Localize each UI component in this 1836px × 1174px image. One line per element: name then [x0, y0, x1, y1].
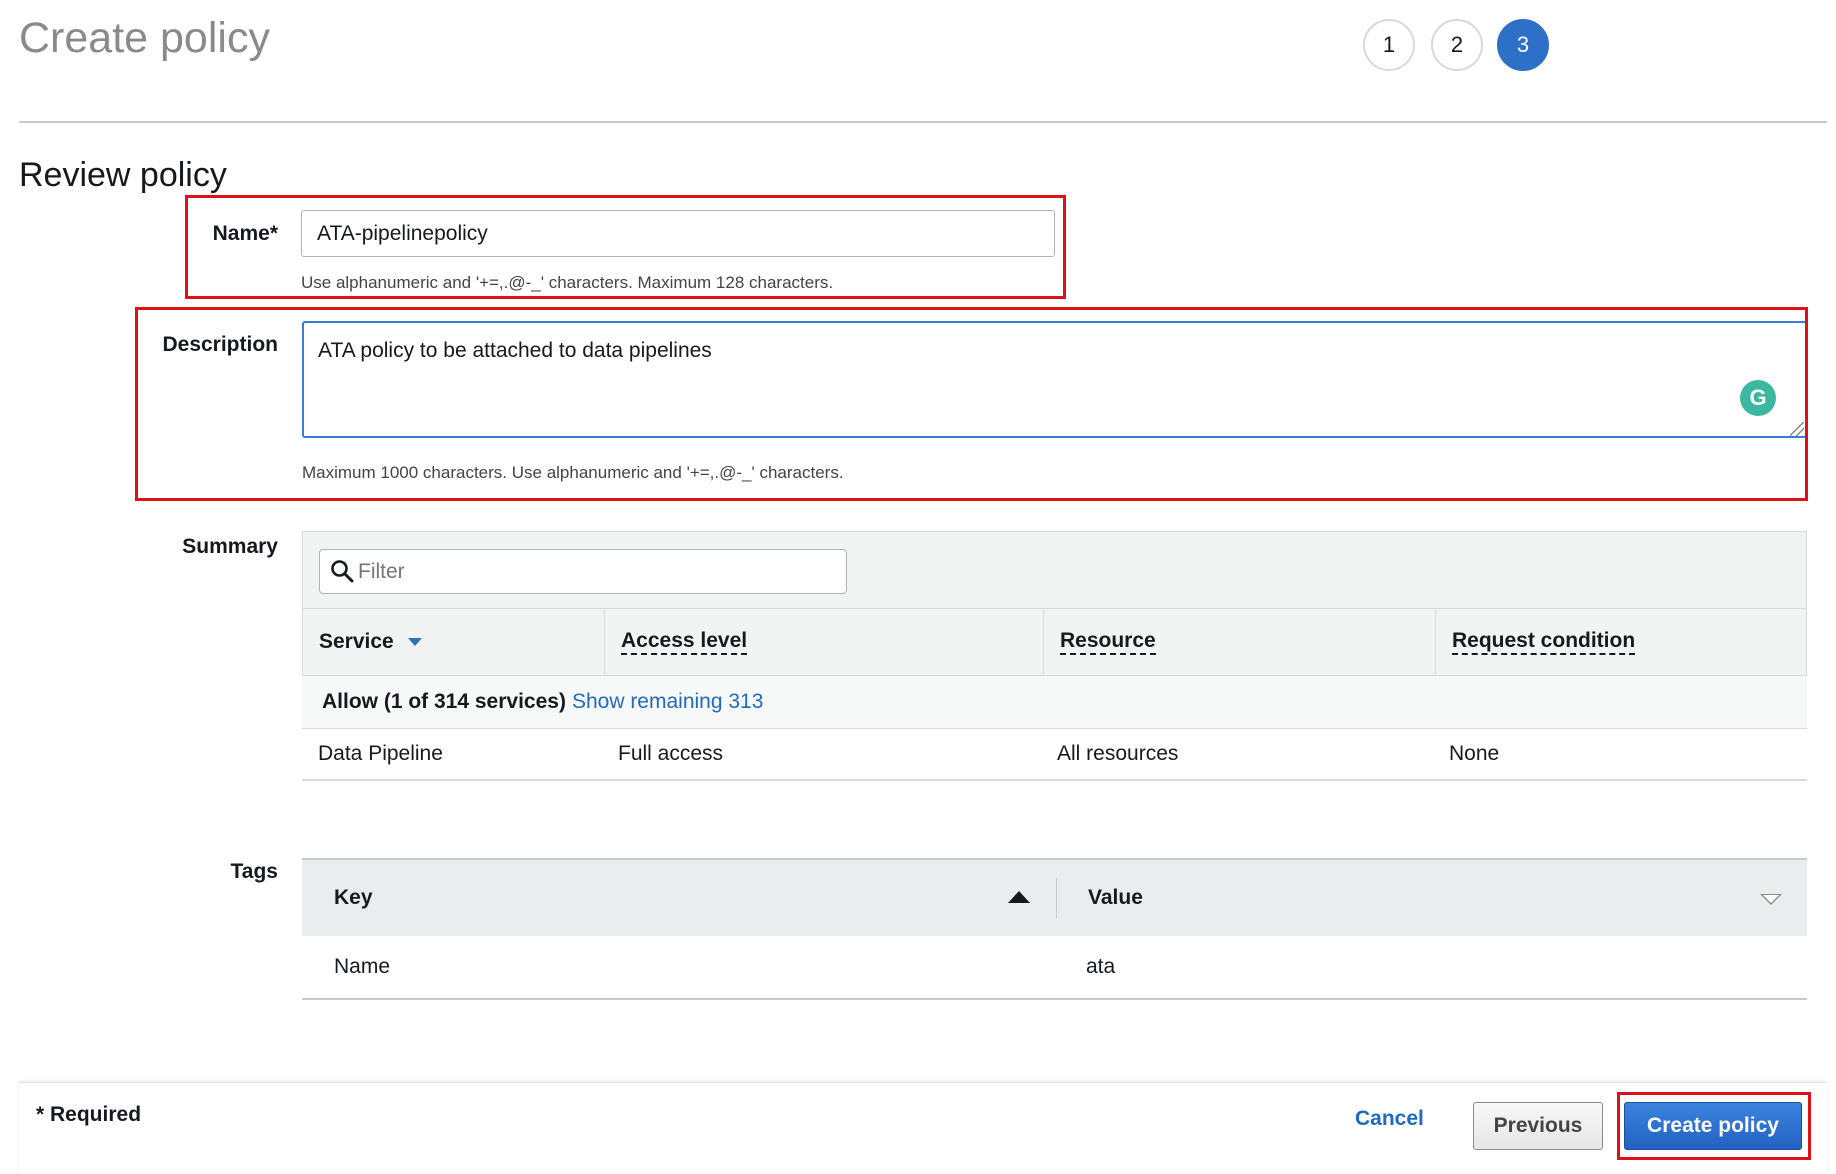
col-key[interactable]: Key [334, 860, 373, 936]
description-textarea[interactable]: ATA policy to be attached to data pipeli… [302, 321, 1807, 438]
summary-header-row: Service Access level Resource Request co… [302, 609, 1807, 676]
col-access-level-label: Access level [621, 629, 748, 655]
request-condition-cell: None [1449, 742, 1500, 765]
name-label: Name* [212, 222, 278, 245]
filter-field[interactable] [319, 549, 847, 594]
resize-handle[interactable] [1790, 422, 1804, 436]
col-resource-label: Resource [1060, 629, 1156, 655]
tag-key-cell: Name [334, 955, 391, 978]
title-divider [19, 121, 1827, 123]
show-remaining-link[interactable]: Show remaining 313 [572, 690, 763, 714]
tags-label: Tags [230, 860, 278, 883]
tags-header-row: Key Value [302, 858, 1807, 936]
cancel-button[interactable]: Cancel [1355, 1107, 1424, 1131]
page-title: Create policy [19, 14, 270, 62]
allow-row: Allow (1 of 314 services) Show remaining… [302, 676, 1807, 729]
service-link[interactable]: Data Pipeline [318, 729, 443, 779]
table-row: Name ata [302, 936, 1807, 1000]
required-note: * Required [36, 1103, 142, 1126]
footer-bar: * Required Cancel Previous Create policy [19, 1082, 1827, 1174]
summary-label: Summary [182, 535, 278, 558]
create-policy-button[interactable]: Create policy [1624, 1102, 1802, 1150]
section-title: Review policy [19, 156, 227, 194]
col-value[interactable]: Value [1088, 860, 1143, 936]
grammarly-icon[interactable]: G [1740, 380, 1776, 416]
tags-table: Key Value Name ata [302, 858, 1807, 1000]
col-request-condition[interactable]: Request condition [1436, 609, 1807, 675]
tags-column-divider [1056, 878, 1057, 918]
caret-down-icon [407, 638, 422, 646]
allow-text: Allow (1 of 314 services) [322, 690, 566, 713]
table-row: Data Pipeline Full access All resources … [302, 729, 1807, 781]
access-level-cell: Full access [618, 742, 724, 765]
col-resource[interactable]: Resource [1044, 609, 1436, 675]
description-label: Description [162, 333, 278, 356]
name-hint: Use alphanumeric and '+=,.@-_' character… [301, 273, 834, 292]
summary-filter-bar [302, 531, 1807, 609]
step-1[interactable]: 1 [1363, 19, 1415, 71]
step-2[interactable]: 2 [1431, 19, 1483, 71]
description-hint: Maximum 1000 characters. Use alphanumeri… [302, 463, 844, 482]
settings-caret-icon[interactable] [1760, 894, 1782, 905]
filter-input[interactable] [358, 550, 838, 593]
search-icon [331, 560, 354, 583]
col-service[interactable]: Service [303, 609, 605, 675]
name-input[interactable] [301, 210, 1055, 257]
step-3-active: 3 [1497, 19, 1549, 71]
resource-cell: All resources [1057, 742, 1179, 765]
col-request-condition-label: Request condition [1452, 629, 1636, 655]
previous-button[interactable]: Previous [1473, 1102, 1603, 1150]
summary-table: Service Access level Resource Request co… [302, 531, 1807, 781]
sort-up-icon[interactable] [1008, 891, 1030, 903]
col-service-label: Service [319, 630, 394, 653]
tag-value-cell: ata [1086, 955, 1116, 978]
col-access-level[interactable]: Access level [605, 609, 1044, 675]
